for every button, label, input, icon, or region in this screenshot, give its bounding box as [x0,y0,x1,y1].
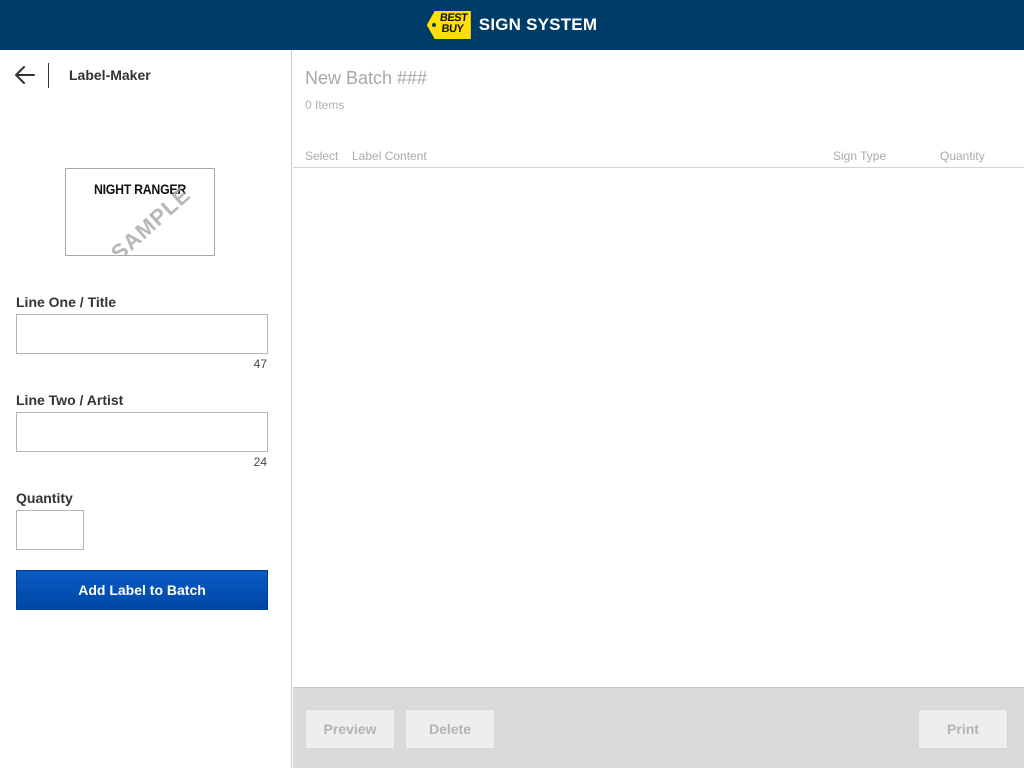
quantity-input[interactable] [16,510,84,550]
add-label-button[interactable]: Add Label to Batch [16,570,268,610]
app-title: SIGN SYSTEM [478,15,598,34]
line-two-label: Line Two / Artist [16,392,124,408]
brand: BEST BUY SIGN SYSTEM [426,11,598,39]
delete-button[interactable]: Delete [405,709,495,749]
line-one-counter: 47 [253,357,267,371]
column-header-sign-type[interactable]: Sign Type [833,149,886,163]
line-two-counter: 24 [253,455,267,469]
label-preview: NIGHT RANGER SAMPLE [65,168,215,256]
batch-panel: New Batch ### 0 Items Select Label Conte… [293,50,1024,768]
back-arrow-icon[interactable] [14,64,36,86]
preview-button[interactable]: Preview [305,709,395,749]
column-header-quantity[interactable]: Quantity [940,149,985,163]
print-button[interactable]: Print [918,709,1008,749]
line-one-input[interactable] [16,314,268,354]
column-header-label-content[interactable]: Label Content [352,149,427,163]
header-divider [48,63,49,88]
header-bar: BEST BUY SIGN SYSTEM [0,0,1024,50]
batch-footer: Preview Delete Print [293,687,1024,768]
item-count: 0 Items [305,98,345,112]
logo-text: BEST BUY [439,12,468,35]
line-two-input[interactable] [16,412,268,452]
column-header-select[interactable]: Select [305,149,338,163]
table-header-divider [293,167,1024,168]
line-one-label: Line One / Title [16,294,117,310]
quantity-label: Quantity [16,490,73,506]
panel-title: Label-Maker [69,67,151,83]
label-maker-panel: Label-Maker NIGHT RANGER SAMPLE Line One… [0,50,292,768]
batch-title: New Batch ### [305,68,428,88]
best-buy-logo: BEST BUY [426,11,471,39]
